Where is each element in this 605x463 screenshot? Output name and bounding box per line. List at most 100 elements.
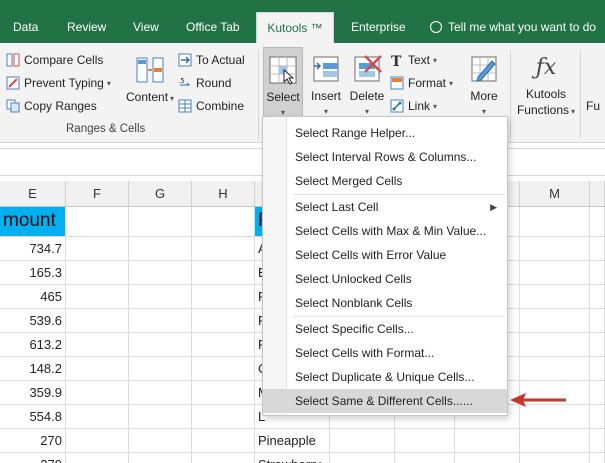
menu-item-select-max-min[interactable]: Select Cells with Max & Min Value... xyxy=(263,219,507,243)
column-header-h[interactable]: H xyxy=(192,181,255,207)
delete-button[interactable]: Delete ▾ xyxy=(347,47,387,117)
table-cell[interactable] xyxy=(66,405,129,429)
menu-item-select-nonblank-cells[interactable]: Select Nonblank Cells xyxy=(263,291,507,315)
menu-item-select-cells-with-format[interactable]: Select Cells with Format... xyxy=(263,341,507,365)
cell-amount[interactable]: 465 xyxy=(0,285,66,309)
table-cell[interactable] xyxy=(520,207,590,237)
table-cell[interactable] xyxy=(520,333,590,357)
table-cell[interactable] xyxy=(192,237,255,261)
table-cell[interactable] xyxy=(330,453,395,463)
column-header-g[interactable]: G xyxy=(129,181,192,207)
menu-item-select-merged-cells[interactable]: Select Merged Cells xyxy=(263,169,507,193)
table-cell[interactable] xyxy=(66,207,129,237)
table-cell[interactable] xyxy=(590,261,605,285)
cell-amount[interactable]: 613.2 xyxy=(0,333,66,357)
cell-amount[interactable]: 359.9 xyxy=(0,381,66,405)
table-cell[interactable] xyxy=(66,453,129,463)
cell-amount[interactable]: 148.2 xyxy=(0,357,66,381)
table-cell[interactable] xyxy=(590,453,605,463)
cell-amount-header[interactable]: mount xyxy=(0,207,66,237)
select-button[interactable]: Select ▾ xyxy=(263,47,303,117)
table-cell[interactable] xyxy=(520,453,590,463)
cell-amount[interactable]: 539.6 xyxy=(0,309,66,333)
table-cell[interactable] xyxy=(192,381,255,405)
menu-item-select-interval-rows-columns[interactable]: Select Interval Rows & Columns... xyxy=(263,145,507,169)
table-cell[interactable] xyxy=(330,429,395,453)
more-button[interactable]: More ▾ xyxy=(463,47,505,117)
table-cell[interactable] xyxy=(590,309,605,333)
table-cell[interactable] xyxy=(66,237,129,261)
table-cell[interactable] xyxy=(455,453,520,463)
table-cell[interactable] xyxy=(192,357,255,381)
table-cell[interactable] xyxy=(520,285,590,309)
menu-item-select-specific-cells[interactable]: Select Specific Cells... xyxy=(263,317,507,341)
cell-amount[interactable]: 734.7 xyxy=(0,237,66,261)
cell-amount[interactable]: 165.3 xyxy=(0,261,66,285)
table-cell[interactable] xyxy=(192,405,255,429)
table-cell[interactable] xyxy=(66,429,129,453)
table-cell[interactable] xyxy=(66,261,129,285)
tab-kutools[interactable]: Kutools ™ xyxy=(256,12,334,43)
table-cell[interactable] xyxy=(520,429,590,453)
tab-view[interactable]: View xyxy=(133,12,159,43)
menu-item-select-same-different[interactable]: Select Same & Different Cells...... xyxy=(263,389,507,413)
table-cell[interactable] xyxy=(66,381,129,405)
table-cell[interactable] xyxy=(590,405,605,429)
table-cell[interactable] xyxy=(66,333,129,357)
table-cell[interactable] xyxy=(129,405,192,429)
table-cell[interactable] xyxy=(590,207,605,237)
tab-enterprise[interactable]: Enterprise xyxy=(351,12,406,43)
table-cell[interactable] xyxy=(66,357,129,381)
table-cell[interactable] xyxy=(129,357,192,381)
cell-product[interactable]: Strawberry xyxy=(255,453,330,463)
table-cell[interactable] xyxy=(66,309,129,333)
table-cell[interactable] xyxy=(129,237,192,261)
table-cell[interactable] xyxy=(192,207,255,237)
menu-item-select-unlocked-cells[interactable]: Select Unlocked Cells xyxy=(263,267,507,291)
cell-amount[interactable]: 279 xyxy=(0,453,66,463)
table-cell[interactable] xyxy=(192,309,255,333)
table-cell[interactable] xyxy=(129,333,192,357)
column-header-f[interactable]: F xyxy=(66,181,129,207)
fu-button-partial[interactable]: Fu xyxy=(586,96,600,116)
table-cell[interactable] xyxy=(129,453,192,463)
table-cell[interactable] xyxy=(129,261,192,285)
insert-button[interactable]: Insert ▾ xyxy=(306,47,346,117)
cell-product[interactable]: Pineapple xyxy=(255,429,330,453)
table-cell[interactable] xyxy=(520,261,590,285)
table-cell[interactable] xyxy=(192,429,255,453)
tab-review[interactable]: Review xyxy=(67,12,106,43)
table-cell[interactable] xyxy=(520,237,590,261)
table-cell[interactable] xyxy=(590,285,605,309)
table-cell[interactable] xyxy=(590,357,605,381)
table-cell[interactable] xyxy=(192,285,255,309)
cell-amount[interactable]: 554.8 xyxy=(0,405,66,429)
table-cell[interactable] xyxy=(590,237,605,261)
menu-item-select-range-helper[interactable]: Select Range Helper... xyxy=(263,121,507,145)
table-cell[interactable] xyxy=(129,429,192,453)
kutools-functions-button[interactable]: ƒx Kutools Functions ▾ xyxy=(516,47,576,121)
menu-item-select-error-value[interactable]: Select Cells with Error Value xyxy=(263,243,507,267)
table-cell[interactable] xyxy=(590,381,605,405)
table-cell[interactable] xyxy=(192,453,255,463)
table-cell[interactable] xyxy=(192,333,255,357)
table-cell[interactable] xyxy=(129,309,192,333)
table-cell[interactable] xyxy=(590,333,605,357)
menu-item-select-duplicate-unique[interactable]: Select Duplicate & Unique Cells... xyxy=(263,365,507,389)
table-cell[interactable] xyxy=(395,453,455,463)
tell-me-search[interactable]: Tell me what you want to do xyxy=(430,12,596,43)
table-cell[interactable] xyxy=(129,381,192,405)
table-cell[interactable] xyxy=(192,261,255,285)
tab-data[interactable]: Data xyxy=(13,12,38,43)
table-cell[interactable] xyxy=(395,429,455,453)
column-header-e[interactable]: E xyxy=(0,181,66,207)
tab-office-tab[interactable]: Office Tab xyxy=(186,12,240,43)
menu-item-select-last-cell[interactable]: Select Last Cell ▶ xyxy=(263,195,507,219)
table-cell[interactable] xyxy=(520,357,590,381)
table-cell[interactable] xyxy=(455,429,520,453)
content-button[interactable]: Content ▾ xyxy=(126,48,174,120)
table-cell[interactable] xyxy=(129,207,192,237)
cell-amount[interactable]: 270 xyxy=(0,429,66,453)
table-cell[interactable] xyxy=(590,429,605,453)
table-cell[interactable] xyxy=(66,285,129,309)
